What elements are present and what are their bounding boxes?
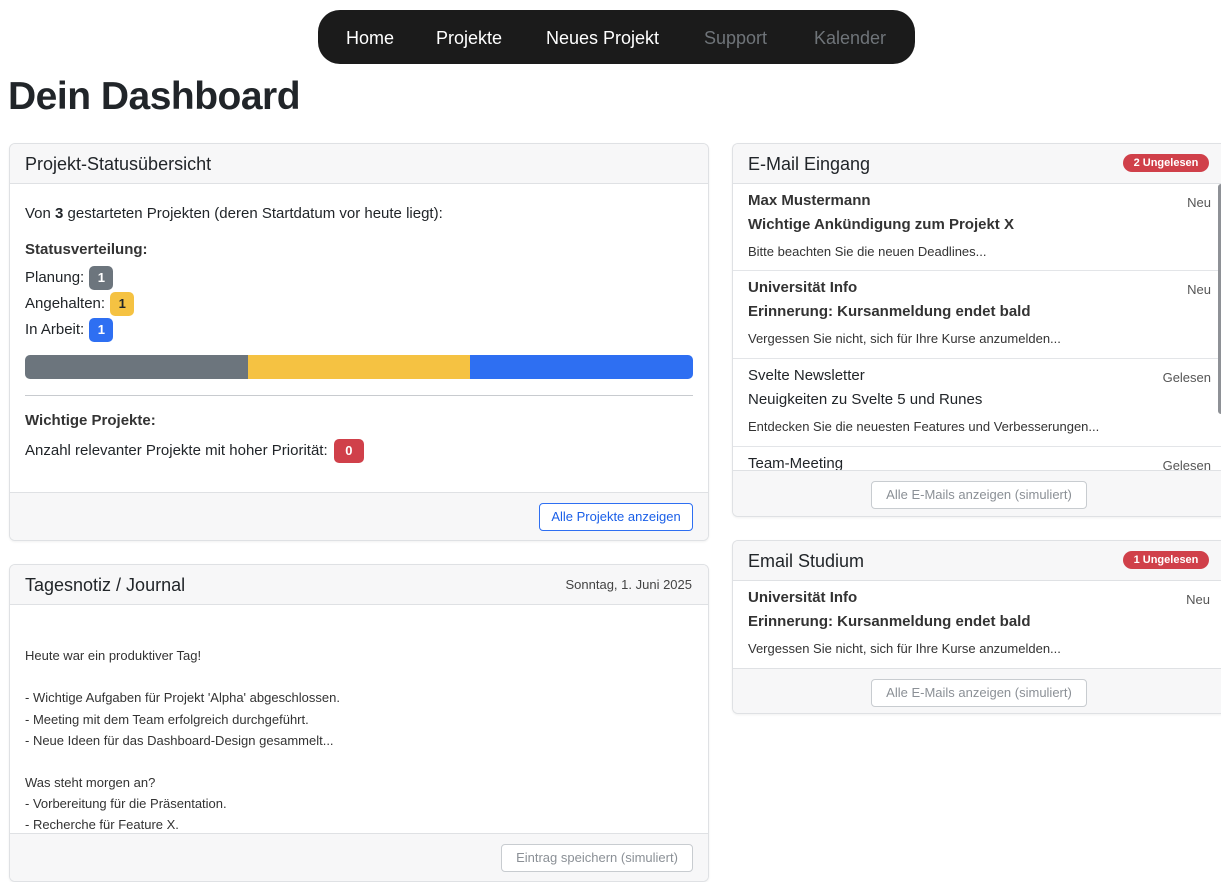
email-item[interactable]: Universität Info Neu Erinnerung: Kursanm…: [733, 271, 1221, 359]
email-subject: Erinnerung: Kursanmeldung endet bald: [748, 613, 1031, 630]
status-label-in-arbeit: In Arbeit:: [25, 321, 85, 338]
email-status: Gelesen: [1162, 458, 1211, 470]
study-card-header: Email Studium 1 Ungelesen: [733, 541, 1221, 581]
email-status: Neu: [1187, 195, 1211, 210]
status-card-footer: Alle Projekte anzeigen: [10, 492, 708, 540]
status-card-header: Projekt-Statusübersicht: [10, 144, 708, 184]
email-preview: Bitte beachten Sie die neuen Deadlines..…: [748, 244, 987, 259]
email-sender: Team-Meeting: [748, 455, 844, 470]
inbox-title: E-Mail Eingang: [748, 154, 871, 174]
status-card-title: Projekt-Statusübersicht: [25, 154, 212, 174]
status-count-badge-angehalten: 1: [110, 292, 135, 316]
show-all-projects-button[interactable]: Alle Projekte anzeigen: [539, 503, 693, 531]
journal-card-header: Tagesnotiz / Journal Sonntag, 1. Juni 20…: [10, 565, 708, 605]
email-subject: Neuigkeiten zu Svelte 5 und Runes: [748, 391, 983, 408]
email-preview: Vergessen Sie nicht, sich für Ihre Kurse…: [748, 331, 1061, 346]
journal-card: Tagesnotiz / Journal Sonntag, 1. Juni 20…: [9, 564, 709, 882]
email-status: Neu: [1187, 282, 1211, 297]
journal-line: - Neue Ideen für das Dashboard-Design ge…: [25, 732, 334, 748]
status-card: Projekt-Statusübersicht Von 3 gestartete…: [9, 143, 709, 541]
email-sender: Svelte Newsletter: [748, 367, 865, 384]
journal-line: Heute war ein produktiver Tag!: [25, 648, 202, 664]
email-item[interactable]: Svelte Newsletter Gelesen Neuigkeiten zu…: [733, 359, 1221, 447]
divider: [25, 395, 693, 396]
status-row-angehalten: Angehalten: 1: [25, 291, 135, 316]
save-entry-button[interactable]: Eintrag speichern (simuliert): [501, 844, 693, 872]
status-label-angehalten: Angehalten:: [25, 295, 106, 312]
email-preview: Entdecken Sie die neuesten Features und …: [748, 419, 1100, 434]
nav-projekte[interactable]: Projekte: [436, 28, 502, 48]
email-status: Neu: [1186, 592, 1210, 607]
nav-home[interactable]: Home: [346, 28, 394, 48]
journal-line: [25, 666, 340, 687]
journal-date: Sonntag, 1. Juni 2025: [565, 577, 693, 592]
inbox-unread-badge: 2 Ungelesen: [1123, 154, 1209, 172]
intro-prefix: Von: [25, 205, 56, 222]
status-progress-bar: [25, 355, 693, 379]
important-projects-title: Wichtige Projekte:: [25, 412, 156, 429]
distribution-title: Statusverteilung:: [25, 241, 148, 258]
inbox-card: E-Mail Eingang 2 Ungelesen Max Musterman…: [732, 143, 1221, 517]
email-sender: Max Mustermann: [748, 192, 871, 209]
progress-segment-angehalten: [247, 355, 471, 379]
top-navbar: Home Projekte Neues Projekt Support Kale…: [318, 10, 915, 64]
inbox-email-list: Max Mustermann Neu Wichtige Ankündigung …: [733, 184, 1221, 470]
email-subject: Erinnerung: Kursanmeldung endet bald: [748, 303, 1031, 320]
show-all-study-emails-button[interactable]: Alle E-Mails anzeigen (simuliert): [871, 679, 1087, 707]
email-item[interactable]: Team-Meeting Gelesen: [733, 447, 1221, 470]
journal-line: - Wichtige Aufgaben für Projekt 'Alpha' …: [25, 690, 340, 706]
study-unread-badge: 1 Ungelesen: [1123, 551, 1209, 569]
email-status: Gelesen: [1162, 370, 1211, 385]
nav-kalender[interactable]: Kalender: [814, 28, 886, 48]
status-row-in-arbeit: In Arbeit: 1: [25, 317, 114, 342]
progress-segment-in-arbeit: [470, 355, 693, 379]
study-email-card: Email Studium 1 Ungelesen Universität In…: [732, 540, 1221, 714]
important-projects-text: Anzahl relevanter Projekte mit hoher Pri…: [25, 442, 328, 459]
status-intro: Von 3 gestarteten Projekten (deren Start…: [25, 205, 443, 222]
page-title: Dein Dashboard: [8, 75, 301, 118]
journal-line: Was steht morgen an?: [25, 775, 156, 791]
email-item[interactable]: Universität Info Neu Erinnerung: Kursanm…: [733, 581, 1221, 668]
email-subject: Wichtige Ankündigung zum Projekt X: [748, 216, 1014, 233]
important-projects-row: Anzahl relevanter Projekte mit hoher Pri…: [25, 439, 364, 463]
email-sender: Universität Info: [748, 589, 858, 606]
nav-support[interactable]: Support: [704, 28, 767, 48]
status-row-planung: Planung: 1: [25, 265, 114, 290]
status-label-planung: Planung:: [25, 269, 85, 286]
email-sender: Universität Info: [748, 279, 858, 296]
intro-suffix: gestarteten Projekten (deren Startdatum …: [63, 205, 443, 222]
email-preview: Vergessen Sie nicht, sich für Ihre Kurse…: [748, 641, 1061, 656]
nav-neues-projekt[interactable]: Neues Projekt: [546, 28, 659, 48]
journal-line: - Vorbereitung für die Präsentation.: [25, 796, 227, 812]
progress-segment-planung: [25, 355, 248, 379]
status-count-badge-in-arbeit: 1: [89, 318, 114, 342]
study-title: Email Studium: [748, 551, 865, 571]
study-card-footer: Alle E-Mails anzeigen (simuliert): [733, 668, 1221, 713]
journal-title: Tagesnotiz / Journal: [25, 575, 186, 595]
journal-line: [25, 751, 340, 772]
important-projects-count-badge: 0: [333, 439, 364, 463]
inbox-card-footer: Alle E-Mails anzeigen (simuliert): [733, 470, 1221, 516]
journal-textarea[interactable]: Heute war ein produktiver Tag! - Wichtige…: [10, 605, 708, 833]
inbox-card-header: E-Mail Eingang 2 Ungelesen: [733, 144, 1221, 184]
status-count-badge-planung: 1: [89, 266, 114, 290]
email-item[interactable]: Max Mustermann Neu Wichtige Ankündigung …: [733, 184, 1221, 271]
journal-line: - Meeting mit dem Team erfolgreich durch…: [25, 711, 309, 727]
show-all-emails-button[interactable]: Alle E-Mails anzeigen (simuliert): [871, 481, 1087, 509]
